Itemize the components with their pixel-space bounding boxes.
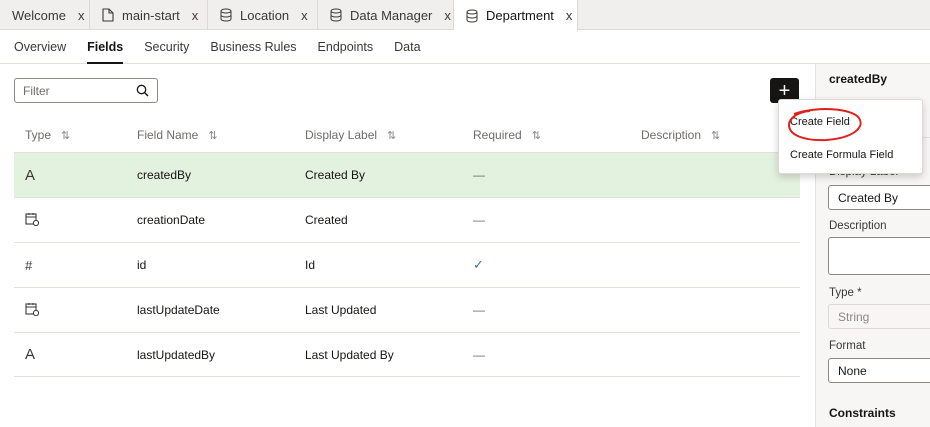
required-check-icon: ✓ [473, 257, 484, 272]
column-header-type[interactable]: Type ⇅ [14, 128, 126, 142]
constraints-heading: Constraints [829, 406, 896, 420]
required-cell: — [473, 168, 485, 182]
menu-item-create-formula-field[interactable]: Create Formula Field [790, 149, 893, 161]
tab-data[interactable]: Data [394, 30, 420, 64]
column-header-required[interactable]: Required ⇅ [462, 128, 630, 142]
required-cell: — [473, 303, 485, 317]
tab-label: Data Manager [350, 7, 433, 23]
close-icon[interactable]: x [78, 8, 85, 23]
database-icon [466, 9, 478, 23]
description-label: Description [829, 220, 887, 232]
close-icon[interactable]: x [444, 8, 451, 23]
display-label-cell: Id [305, 258, 316, 272]
text-type-icon: A [25, 166, 36, 184]
tab-department[interactable]: Department x [454, 0, 578, 31]
display-label-cell: Last Updated By [305, 347, 394, 362]
tab-business-rules[interactable]: Business Rules [210, 30, 296, 64]
tab-data-manager[interactable]: Data Manager x [318, 0, 454, 30]
tab-main-start[interactable]: main-start x [90, 0, 208, 30]
tab-security[interactable]: Security [144, 30, 189, 64]
sort-icon[interactable]: ⇅ [532, 130, 541, 142]
table-row[interactable]: A lastUpdatedBy Last Updated By — [14, 332, 800, 377]
number-type-icon: # [25, 257, 33, 273]
tab-label: Department [486, 8, 554, 23]
business-object-subnav: Overview Fields Security Business Rules … [0, 30, 930, 64]
required-cell: — [473, 347, 485, 362]
type-field: String [828, 304, 930, 329]
table-row[interactable]: lastUpdateDate Last Updated — [14, 287, 800, 332]
datetime-type-icon [25, 302, 40, 319]
panel-title: createdBy [829, 72, 888, 86]
column-header-display-label[interactable]: Display Label ⇅ [294, 128, 462, 142]
table-row[interactable]: # id Id ✓ [14, 242, 800, 287]
field-name-cell: lastUpdatedBy [137, 347, 216, 362]
field-name-cell: creationDate [137, 213, 206, 227]
filter-input[interactable] [23, 83, 133, 98]
table-row[interactable]: A createdBy Created By — [14, 152, 800, 197]
description-field[interactable] [828, 237, 930, 275]
table-header: Type ⇅ Field Name ⇅ Display Label ⇅ Require… [14, 117, 800, 152]
filter-field[interactable] [14, 78, 158, 103]
close-icon[interactable]: x [566, 8, 573, 23]
display-label-cell: Created [305, 213, 348, 227]
display-label-cell: Last Updated [305, 303, 377, 317]
tab-overview[interactable]: Overview [14, 30, 66, 64]
sort-icon[interactable]: ⇅ [387, 130, 396, 142]
close-icon[interactable]: x [301, 8, 308, 23]
tab-endpoints[interactable]: Endpoints [318, 30, 374, 64]
datetime-type-icon [25, 212, 40, 229]
tab-welcome[interactable]: Welcome x [0, 0, 90, 30]
editor-tab-bar: Welcome x main-start x Location x Data M… [0, 0, 930, 31]
field-name-cell: id [137, 258, 147, 272]
tab-label: Location [240, 7, 290, 23]
text-type-icon: A [25, 346, 36, 363]
table-row[interactable]: creationDate Created — [14, 197, 800, 242]
field-name-cell: lastUpdateDate [137, 303, 220, 317]
close-icon[interactable]: x [192, 8, 199, 23]
type-label: Type * [829, 287, 862, 299]
column-header-description[interactable]: Description ⇅ [630, 128, 800, 142]
database-icon [220, 8, 232, 22]
document-icon [102, 8, 114, 22]
tab-location[interactable]: Location x [208, 0, 318, 30]
tab-label: Welcome [12, 7, 66, 23]
display-label-field[interactable]: Created By [828, 185, 930, 210]
column-header-field-name[interactable]: Field Name ⇅ [126, 128, 294, 142]
tab-label: main-start [122, 7, 180, 23]
field-name-cell: createdBy [137, 168, 192, 182]
sort-icon[interactable]: ⇅ [61, 130, 70, 142]
search-icon[interactable] [136, 84, 149, 100]
required-cell: — [473, 213, 485, 227]
annotation-circle [787, 108, 862, 142]
format-label: Format [829, 340, 866, 352]
sort-icon[interactable]: ⇅ [711, 130, 720, 142]
fields-table: Type ⇅ Field Name ⇅ Display Label ⇅ Require… [14, 117, 800, 377]
sort-icon[interactable]: ⇅ [208, 130, 217, 142]
display-label-cell: Created By [305, 168, 366, 182]
database-icon [330, 8, 342, 22]
tab-fields[interactable]: Fields [87, 30, 124, 64]
format-select[interactable]: None [828, 358, 930, 383]
